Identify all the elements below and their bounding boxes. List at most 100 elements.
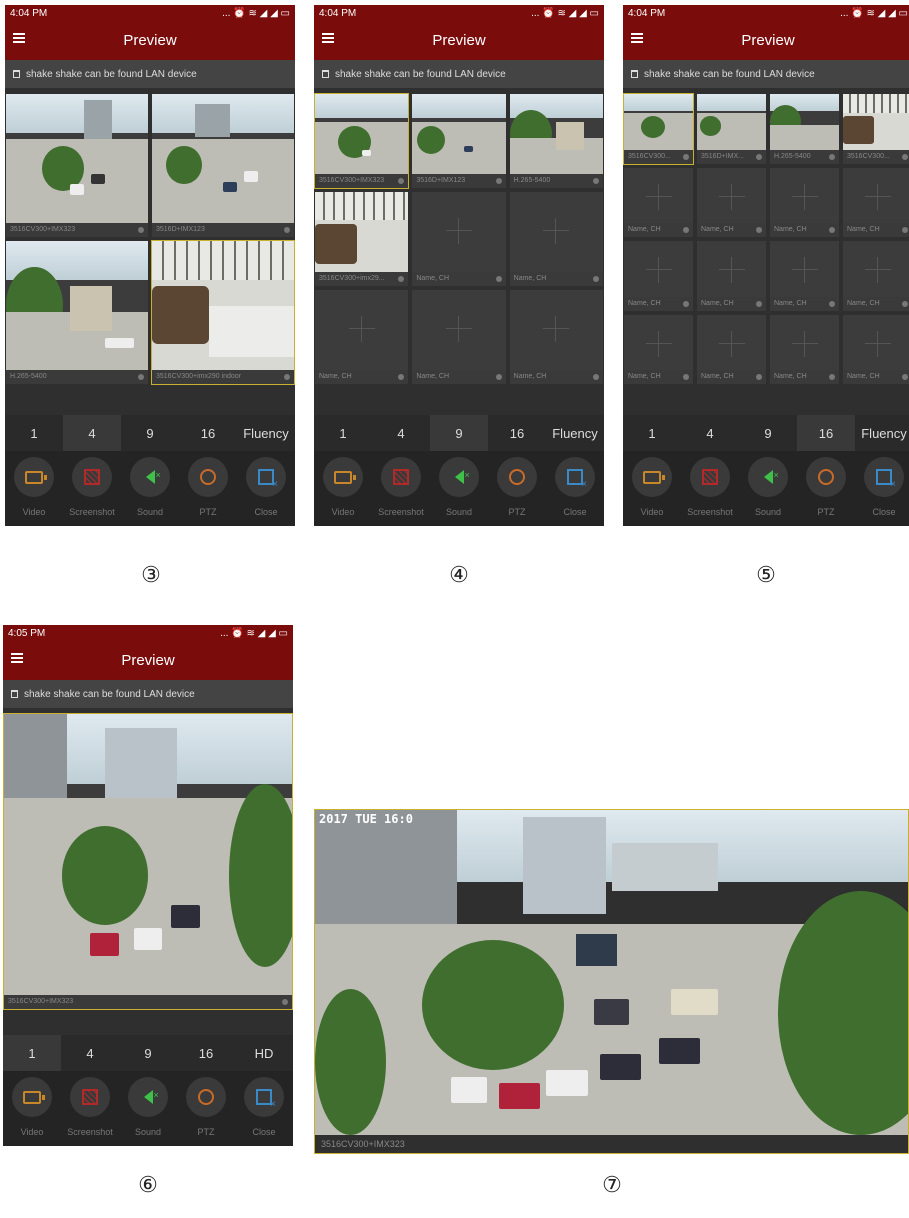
empty-cell[interactable]: Name, CH: [623, 166, 694, 238]
empty-cell[interactable]: Name, CH: [842, 166, 909, 238]
video-cell[interactable]: H.265-5400: [508, 93, 604, 189]
close-button[interactable]: Close: [546, 451, 604, 526]
video-cell[interactable]: 3516CV300+IMX323: [5, 93, 149, 238]
close-button[interactable]: Close: [855, 451, 909, 526]
video-button[interactable]: Video: [314, 451, 372, 526]
sound-button[interactable]: Sound: [121, 451, 179, 526]
toolbar: Video Screenshot Sound PTZ Close: [314, 451, 604, 526]
empty-cell[interactable]: Name, CH: [696, 166, 767, 238]
video-cell[interactable]: 3516D+IMX123: [151, 93, 295, 238]
screenshot-button[interactable]: Screenshot: [61, 1071, 119, 1146]
status-dot: [284, 227, 290, 233]
tab-16[interactable]: 16: [488, 415, 546, 451]
empty-cell[interactable]: Name, CH: [314, 289, 410, 385]
video-cell-selected[interactable]: 3516CV300+imx290 indoor: [151, 240, 295, 385]
tab-4[interactable]: 4: [61, 1035, 119, 1071]
tab-fluency[interactable]: Fluency: [855, 415, 909, 451]
screenshot-label: Screenshot: [67, 1127, 113, 1137]
tab-1[interactable]: 1: [5, 415, 63, 451]
layout-tabs: 1 4 9 16 HD: [3, 1035, 293, 1071]
empty-cell[interactable]: Name, CH: [411, 191, 507, 287]
video-cell[interactable]: 3516CV300...: [842, 93, 909, 165]
video-cell-selected[interactable]: 3516CV300+IMX323: [314, 93, 410, 189]
sound-button[interactable]: Sound: [739, 451, 797, 526]
empty-cell[interactable]: Name, CH: [769, 313, 840, 385]
page-title: Preview: [741, 32, 795, 49]
tab-9[interactable]: 9: [119, 1035, 177, 1071]
video-button[interactable]: Video: [623, 451, 681, 526]
close-button[interactable]: Close: [235, 1071, 293, 1146]
video-cell[interactable]: H.265-5400: [769, 93, 840, 165]
video-cell-selected[interactable]: 3516CV300...: [623, 93, 694, 165]
camera-feed: [152, 241, 294, 370]
screenshot-button[interactable]: Screenshot: [372, 451, 430, 526]
video-cell[interactable]: 3516D+IMX123: [411, 93, 507, 189]
video-button[interactable]: Video: [3, 1071, 61, 1146]
tab-fluency[interactable]: Fluency: [546, 415, 604, 451]
empty-cell[interactable]: Name, CH: [623, 313, 694, 385]
empty-cell[interactable]: Name, CH: [696, 313, 767, 385]
video-cell[interactable]: 3516D+IMX...: [696, 93, 767, 165]
camera-feed: [6, 94, 148, 223]
ptz-button[interactable]: PTZ: [177, 1071, 235, 1146]
video-button[interactable]: Video: [5, 451, 63, 526]
empty-cell[interactable]: Name, CH: [623, 240, 694, 312]
screenshot-button[interactable]: Screenshot: [681, 451, 739, 526]
camera-feed: [412, 94, 506, 174]
sound-label: Sound: [445, 507, 473, 517]
tab-16[interactable]: 16: [179, 415, 237, 451]
cell-caption: Name, CH: [412, 272, 506, 286]
lan-tip-text: shake shake can be found LAN device: [644, 68, 815, 80]
video-cell[interactable]: H.265-5400: [5, 240, 149, 385]
camera-feed: [315, 810, 908, 1135]
ptz-icon: [509, 469, 525, 485]
lan-tip-bar[interactable]: shake shake can be found LAN device: [314, 60, 604, 88]
tab-1[interactable]: 1: [314, 415, 372, 451]
tab-4[interactable]: 4: [63, 415, 121, 451]
empty-cell[interactable]: Name, CH: [769, 166, 840, 238]
status-time: 4:04 PM: [628, 8, 666, 19]
ptz-button[interactable]: PTZ: [179, 451, 237, 526]
video-icon: [25, 470, 47, 484]
empty-cell[interactable]: Name, CH: [842, 240, 909, 312]
tab-9[interactable]: 9: [430, 415, 488, 451]
empty-cell[interactable]: Name, CH: [508, 289, 604, 385]
lan-tip-bar[interactable]: shake shake can be found LAN device: [3, 680, 293, 708]
tab-4[interactable]: 4: [681, 415, 739, 451]
tab-hd[interactable]: HD: [235, 1035, 293, 1071]
empty-cell[interactable]: Name, CH: [769, 240, 840, 312]
ptz-button[interactable]: PTZ: [488, 451, 546, 526]
step-label-5: ⑤: [756, 562, 776, 587]
sound-button[interactable]: Sound: [430, 451, 488, 526]
layout-tabs: 1 4 9 16 Fluency: [314, 415, 604, 451]
add-icon: [645, 330, 672, 357]
empty-cell[interactable]: Name, CH: [842, 313, 909, 385]
video-cell-selected[interactable]: 3516CV300+IMX323: [3, 713, 293, 1010]
empty-cell[interactable]: Name, CH: [411, 289, 507, 385]
lan-tip-bar[interactable]: shake shake can be found LAN device: [5, 60, 295, 88]
tab-1[interactable]: 1: [3, 1035, 61, 1071]
tab-4[interactable]: 4: [372, 415, 430, 451]
tab-9[interactable]: 9: [739, 415, 797, 451]
cell-caption: H.265-5400: [509, 174, 603, 188]
tab-16[interactable]: 16: [177, 1035, 235, 1071]
tab-fluency[interactable]: Fluency: [237, 415, 295, 451]
lan-tip-bar[interactable]: shake shake can be found LAN device: [623, 60, 909, 88]
landscape-video-view[interactable]: 2017 TUE 16:0 3516CV300+IMX323: [314, 809, 909, 1154]
video-cell[interactable]: 3516CV300+imx29...: [314, 191, 410, 287]
status-time: 4:04 PM: [319, 8, 357, 19]
sound-button[interactable]: Sound: [119, 1071, 177, 1146]
screenshot-button[interactable]: Screenshot: [63, 451, 121, 526]
tab-1[interactable]: 1: [623, 415, 681, 451]
sound-label: Sound: [134, 1127, 162, 1137]
ptz-button[interactable]: PTZ: [797, 451, 855, 526]
status-icons: ... ⏰ ≋ ◢ ◢ ▭: [840, 8, 908, 19]
phone-icon: [13, 70, 20, 78]
tab-9[interactable]: 9: [121, 415, 179, 451]
close-button[interactable]: Close: [237, 451, 295, 526]
empty-cell[interactable]: Name, CH: [696, 240, 767, 312]
camera-feed: [315, 192, 409, 272]
tab-16[interactable]: 16: [797, 415, 855, 451]
empty-cell[interactable]: Name, CH: [508, 191, 604, 287]
app-header: Preview: [623, 22, 909, 60]
